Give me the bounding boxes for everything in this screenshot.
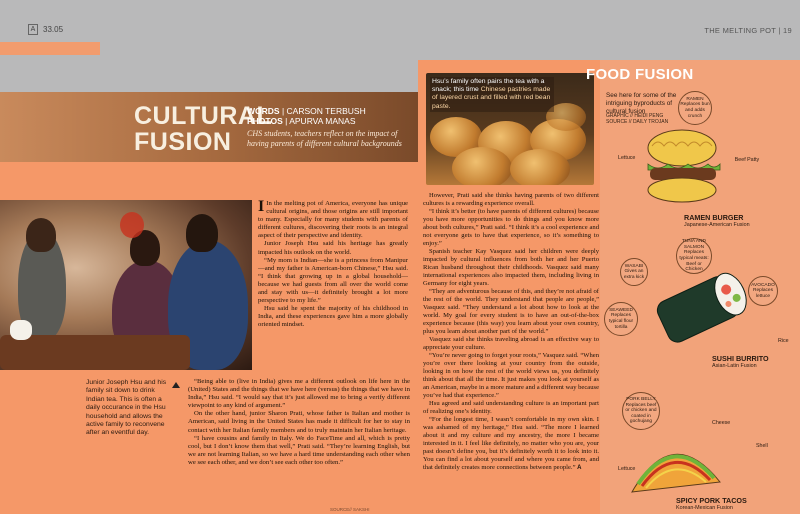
seaweed-bubble: SEAWEED Replaces typical flour tortilla: [604, 302, 638, 336]
paragraph: Vasquez said she thinks traveling abroad…: [423, 336, 599, 351]
paragraph: I In the melting pot of America, everyone…: [258, 198, 408, 240]
photos-label: PHOTOS: [247, 116, 283, 126]
tacos-shell-label: Shell: [756, 443, 768, 449]
article-column-1: I In the melting pot of America, everyone…: [258, 198, 408, 330]
ramen-bubble: RAMEN Replaces bun and adds crunch: [678, 91, 712, 125]
family-photo: [0, 200, 252, 370]
paragraph: “My mom is Indian—she is a princess from…: [258, 256, 408, 305]
dropcap: I: [258, 198, 265, 215]
food-fusion-title: FOOD FUSION: [586, 66, 694, 83]
wasabi-bubble: WASABI Gives an extra kick: [620, 258, 648, 286]
tuna-salmon-bubble: TUNA AND SALMON Replaces typical meats: B…: [676, 238, 712, 274]
paragraph: “Being able to (live in India) gives me …: [188, 378, 410, 410]
burrito-title: SUSHI BURRITO Asian-Latin Fusion: [712, 354, 769, 369]
pastry-caption: Hsu’s family often pairs the tea with a …: [430, 77, 554, 112]
burger-beef-label: Beef Patty: [734, 157, 760, 163]
writer-name: CARSON TERBUSH: [286, 106, 366, 116]
paragraph: “For the longest time, I wasn’t comforta…: [423, 416, 599, 471]
paragraph: “I think it’s better (to have parents of…: [423, 208, 599, 247]
tacos-lettuce-label: Lettuce: [618, 466, 636, 472]
words-label: WORDS: [247, 106, 280, 116]
folio-code: 33.05: [43, 25, 64, 34]
article-column-2: However, Prati said she thinks having pa…: [423, 192, 599, 472]
article-deck: CHS students, teachers reflect on the im…: [247, 129, 402, 148]
paragraph: However, Prati said she thinks having pa…: [423, 192, 599, 207]
ramen-burger-icon: [647, 129, 721, 203]
tacos-cheese-label: Cheese: [712, 420, 731, 426]
photographer-name: APURVA MANAS: [289, 116, 356, 126]
paragraph: On the other hand, junior Sharon Prati, …: [188, 410, 410, 434]
burger-title: RAMEN BURGER Japanese-American Fusion: [684, 213, 750, 228]
tacos-title: SPICY PORK TACOS Korean-Mexican Fusion: [676, 496, 747, 511]
magazine-spread: A 33.05 THE MELTING POT | 19 CULTURAL FU…: [0, 0, 800, 514]
section-box: A: [28, 24, 38, 35]
folio-left: A 33.05: [28, 24, 63, 35]
paragraph: “I have cousins and family in Italy. We …: [188, 434, 410, 466]
paragraph: Junior Joseph Hsu said his heritage has …: [258, 240, 408, 256]
caption-arrow-icon: [172, 382, 180, 388]
photo-credit: SOURCE// SAKSHI: [330, 507, 370, 512]
paragraph: Hsu agreed and said understanding cultur…: [423, 400, 599, 415]
family-photo-caption: Junior Joseph Hsu and his family sit dow…: [86, 379, 167, 437]
paragraph: Hsu said he spent the majority of his ch…: [258, 305, 408, 329]
paragraph: Spanish teacher Kay Vasquez said her chi…: [423, 248, 599, 287]
folio-right: THE MELTING POT | 19: [704, 26, 792, 35]
avocado-bubble: AVOCADO Replaces lettuce: [748, 276, 778, 306]
burrito-rice-label: Rice: [778, 338, 789, 344]
pork-belly-bubble: PORK BELLY Replaces beef or chicken and c…: [622, 392, 660, 430]
pork-tacos-icon: [631, 454, 721, 493]
sushi-burrito-icon: [656, 272, 747, 343]
paragraph: “They are adventurous because of this, a…: [423, 288, 599, 335]
byline: WORDS | CARSON TERBUSH PHOTOS | APURVA M…: [247, 106, 412, 149]
accent-stripe: [0, 42, 100, 55]
burger-lettuce-label: Lettuce: [618, 155, 636, 161]
article-column-lower: “Being able to (live in India) gives me …: [188, 378, 410, 467]
end-mark-icon: A: [577, 465, 582, 471]
paragraph: “You’re never going to forget your roots…: [423, 352, 599, 399]
